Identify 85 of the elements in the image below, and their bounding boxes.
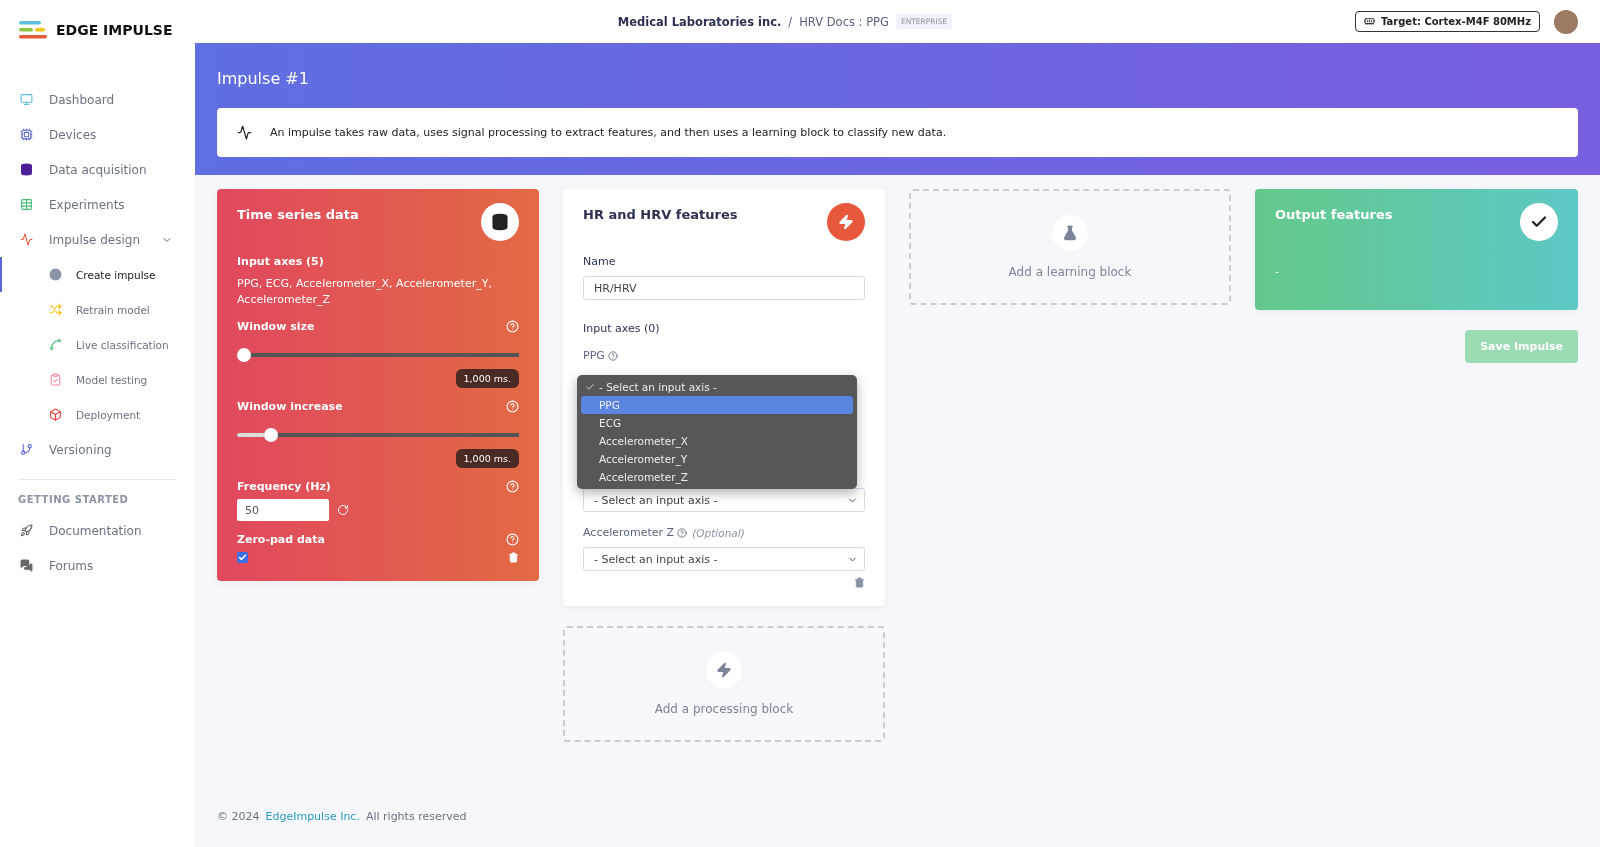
cube-icon [49,408,62,421]
chip-icon [1364,16,1375,27]
sidebar-item[interactable]: Model testing [0,362,195,397]
zero-pad-checkbox[interactable] [237,552,248,563]
slider-thumb[interactable] [263,428,278,442]
lightning-icon [706,652,742,688]
project-name[interactable]: HRV Docs : PPG [799,14,889,29]
rights-text: All rights reserved [365,810,467,823]
add-learning-block[interactable]: Add a learning block [909,189,1231,305]
sidebar-item[interactable]: Impulse design [0,222,195,257]
branch-icon [20,443,33,456]
help-icon[interactable] [677,527,688,538]
page-title: Impulse #1 [217,69,310,88]
slider-thumb[interactable] [237,348,251,362]
help-icon[interactable] [607,350,618,361]
dropdown-option[interactable]: ECG [581,414,853,432]
add-processing-block[interactable]: Add a processing block [563,626,885,742]
sidebar-item[interactable]: Data acquisition [0,152,195,187]
name-field[interactable]: HR/HRV [583,276,865,300]
dropdown-option[interactable]: Accelerometer_Y [581,450,853,468]
card-title: HR and HRV features [583,207,738,222]
pulse-icon [20,233,33,246]
sidebar-item[interactable]: Create impulse [0,257,195,292]
field-label: Frequency (Hz) [237,480,331,493]
monitor-icon [20,93,33,106]
info-text: An impulse takes raw data, uses signal processing to extract features, and then uses a learning block to classify new data. [270,126,947,139]
slider-reading: 1,000 ms. [455,369,519,388]
user-avatar[interactable] [1554,9,1578,34]
slider-fill [237,433,266,437]
logo-icon [18,20,48,40]
flask-icon [1052,215,1088,251]
sidebar-item[interactable]: Versioning [0,432,195,467]
section-title: GETTING STARTED [17,494,130,505]
table-icon [20,198,33,211]
trash-icon[interactable] [854,577,865,588]
sidebar-item[interactable]: Deployment [0,397,195,432]
check-icon [1520,203,1558,241]
sidebar-item[interactable]: Live classification [0,327,195,362]
sidebar-item[interactable]: Dashboard [0,82,195,117]
sidebar-item[interactable]: Forums [0,548,195,583]
field-label: PPG [583,349,605,362]
field-label: Name [583,255,617,268]
trash-icon[interactable] [508,552,519,563]
optional-note: (Optional) [692,526,745,539]
curve-icon [49,338,62,351]
sidebar-item[interactable]: Devices [0,117,195,152]
pulse-icon [237,125,252,140]
chip-icon [20,128,33,141]
output-value: - [1275,265,1280,280]
database-icon [20,163,33,176]
chat-icon [20,559,33,572]
axes-list: PPG, ECG, Accelerometer_X, Accelerometer_Y, Accelerometer_Z [237,276,519,308]
sidebar-item[interactable]: Experiments [0,187,195,222]
shuffle-icon [49,303,62,316]
field-label: Accelerometer Z [583,526,675,539]
frequency-field[interactable]: 50 [237,499,329,521]
breadcrumb-separator: / [788,14,793,29]
card-title: Time series data [237,207,359,222]
clipboard-icon [49,373,62,386]
field-label: Input axes (0) [583,322,661,335]
organization-name[interactable]: Medical Laboratories inc. [617,14,782,29]
database-icon [481,203,519,241]
field-label: Input axes (5) [237,255,325,268]
slider-reading: 1,000 ms. [455,449,519,468]
target-button[interactable]: Target: Cortex-M4F 80MHz [1355,11,1540,32]
rocket-icon [20,524,33,537]
dropdown-option[interactable]: - Select an input axis - [581,378,853,396]
company-link[interactable]: EdgeImpulse Inc. [265,810,360,823]
dropdown-option[interactable]: Accelerometer_Z [581,468,853,486]
sidebar-item[interactable]: Retrain model [0,292,195,327]
axis-select[interactable]: - Select an input axis - [583,488,865,512]
check-icon [585,382,595,392]
field-label: Window size [237,320,315,333]
dropdown-option[interactable]: Accelerometer_X [581,432,853,450]
sidebar-item[interactable]: Documentation [0,513,195,548]
field-label: Window increase [237,400,343,413]
field-label: Zero-pad data [237,533,325,546]
axis-select[interactable]: - Select an input axis - [583,547,865,571]
card-title: Output features [1275,207,1393,222]
dot-icon [49,268,62,281]
dropdown-option[interactable]: PPG [581,396,853,414]
copyright-text: © 2024 [217,810,260,823]
reset-icon[interactable] [337,504,349,516]
brand-name: EDGE IMPULSE [56,22,173,38]
lightning-icon [827,203,865,241]
